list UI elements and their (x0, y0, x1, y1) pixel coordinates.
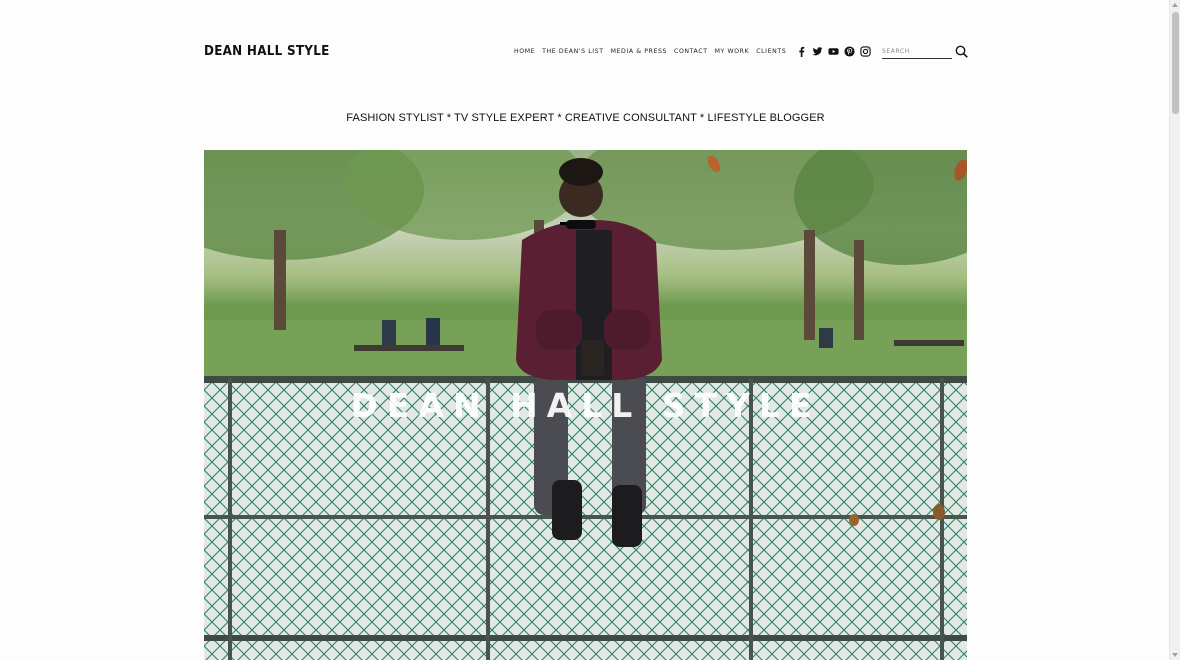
site-logo[interactable]: DEAN HALL STYLE (204, 44, 330, 59)
nav-home[interactable]: HOME (514, 48, 535, 58)
nav-my-work[interactable]: MY WORK (715, 48, 750, 58)
main-nav: HOME THE DEAN'S LIST MEDIA & PRESS CONTA… (514, 48, 786, 58)
scroll-up-arrow-icon[interactable] (1172, 3, 1178, 7)
search-input[interactable] (882, 45, 952, 59)
nav-media-press[interactable]: MEDIA & PRESS (611, 48, 667, 58)
search-icon[interactable] (955, 45, 968, 58)
social-links (796, 46, 871, 57)
pinterest-icon[interactable] (844, 46, 855, 57)
site-tagline: FASHION STYLIST * TV STYLE EXPERT * CREA… (346, 112, 825, 124)
instagram-icon[interactable] (860, 46, 871, 57)
nav-contact[interactable]: CONTACT (674, 48, 708, 58)
search-form (882, 44, 968, 60)
scroll-thumb[interactable] (1172, 12, 1179, 114)
page-scrollbar[interactable] (1169, 0, 1180, 660)
twitter-icon[interactable] (812, 46, 823, 57)
nav-clients[interactable]: CLIENTS (756, 48, 786, 58)
hero-banner[interactable]: DEAN HALL STYLE (204, 150, 967, 660)
youtube-icon[interactable] (828, 46, 839, 57)
scroll-down-arrow-icon[interactable] (1172, 653, 1178, 657)
hero-title: DEAN HALL STYLE (350, 386, 821, 425)
facebook-icon[interactable] (796, 46, 807, 57)
nav-deans-list[interactable]: THE DEAN'S LIST (542, 48, 603, 58)
